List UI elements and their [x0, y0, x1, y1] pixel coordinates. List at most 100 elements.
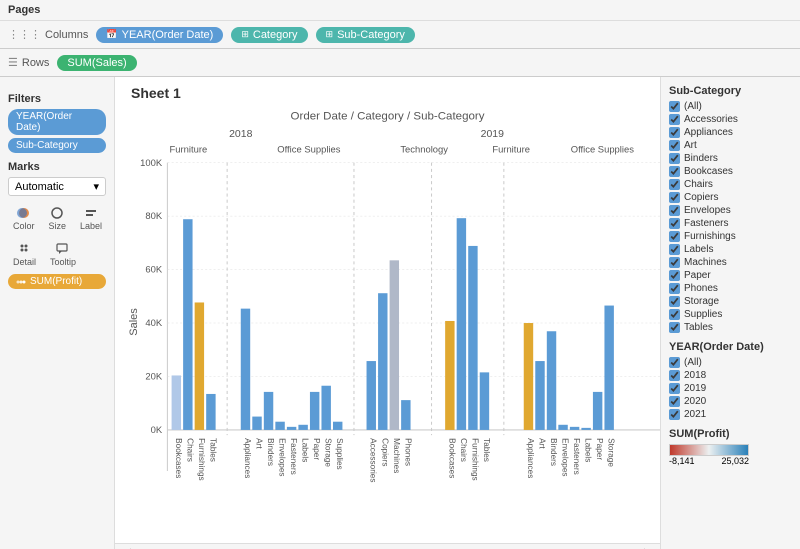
subcat-storage-item[interactable]: Storage: [669, 296, 792, 307]
year-2021-checkbox[interactable]: [669, 409, 680, 420]
bar-2018-machines[interactable]: [390, 260, 399, 430]
year-all-item[interactable]: (All): [669, 357, 792, 368]
subcat-all-checkbox[interactable]: [669, 101, 680, 112]
sum-profit-mark[interactable]: SUM(Profit): [8, 274, 106, 289]
bar-2019-art[interactable]: [535, 361, 544, 430]
svg-text:Furniture: Furniture: [492, 144, 530, 154]
subcat-storage-checkbox[interactable]: [669, 296, 680, 307]
subcat-fasteners-checkbox[interactable]: [669, 218, 680, 229]
bar-2019-bookcases[interactable]: [445, 321, 454, 430]
subcat-art-item[interactable]: Art: [669, 140, 792, 151]
subcat-phones-item[interactable]: Phones: [669, 283, 792, 294]
svg-text:Appliances: Appliances: [526, 438, 536, 478]
bar-2018-supplies[interactable]: [333, 422, 342, 430]
subcat-labels-item[interactable]: Labels: [669, 244, 792, 255]
bar-2019-envelopes[interactable]: [558, 425, 567, 430]
color-icon: [16, 205, 32, 221]
year-order-date-pill[interactable]: 📅 YEAR(Order Date): [96, 27, 223, 43]
bar-2019-tables[interactable]: [480, 372, 489, 430]
bar-2018-envelopes[interactable]: [275, 422, 284, 430]
subcat-machines-checkbox[interactable]: [669, 257, 680, 268]
subcat-labels-checkbox[interactable]: [669, 244, 680, 255]
svg-text:2019: 2019: [481, 129, 505, 140]
tooltip-button[interactable]: Tooltip: [45, 238, 81, 270]
bar-2018-bookcases[interactable]: [172, 375, 181, 429]
filter-subcat[interactable]: Sub-Category: [8, 138, 106, 153]
subcat-binders-item[interactable]: Binders: [669, 153, 792, 164]
chart-title: Sheet 1: [115, 77, 660, 101]
svg-text:20K: 20K: [145, 372, 163, 382]
bar-2019-chairs[interactable]: [457, 218, 466, 430]
subcat-envelopes-checkbox[interactable]: [669, 205, 680, 216]
color-button[interactable]: Color: [8, 202, 40, 234]
bar-2018-paper[interactable]: [310, 392, 319, 430]
bar-2018-appliances[interactable]: [241, 309, 250, 430]
year-2020-item[interactable]: 2020: [669, 396, 792, 407]
filter-year[interactable]: YEAR(Order Date): [8, 109, 106, 135]
subcat-all-item[interactable]: (All): [669, 101, 792, 112]
bar-2018-accessories[interactable]: [367, 361, 376, 430]
bar-2018-storage[interactable]: [321, 386, 330, 430]
bar-2019-storage[interactable]: [604, 306, 613, 430]
year-2020-checkbox[interactable]: [669, 396, 680, 407]
subcat-supplies-item[interactable]: Supplies: [669, 309, 792, 320]
bar-2019-labels[interactable]: [581, 428, 590, 430]
subcat-accessories-checkbox[interactable]: [669, 114, 680, 125]
bar-2019-fasteners[interactable]: [570, 427, 579, 430]
year-2021-item[interactable]: 2021: [669, 409, 792, 420]
year-2018-item[interactable]: 2018: [669, 370, 792, 381]
svg-text:80K: 80K: [145, 211, 163, 221]
bar-2018-tables[interactable]: [206, 394, 215, 430]
bar-2018-fasteners[interactable]: [287, 427, 296, 430]
subcat-appliances-item[interactable]: Appliances: [669, 127, 792, 138]
svg-text:Furnishings: Furnishings: [197, 438, 207, 480]
bar-2019-appliances[interactable]: [524, 323, 533, 430]
svg-text:Tables: Tables: [208, 438, 218, 462]
bar-2018-copiers[interactable]: [378, 293, 387, 430]
subcat-copiers-item[interactable]: Copiers: [669, 192, 792, 203]
bar-2019-binders[interactable]: [547, 331, 556, 430]
bar-2018-art[interactable]: [252, 417, 261, 430]
detail-button[interactable]: Detail: [8, 238, 41, 270]
bar-2019-paper[interactable]: [593, 392, 602, 430]
label-button[interactable]: Label: [75, 202, 107, 234]
subcat-paper-checkbox[interactable]: [669, 270, 680, 281]
svg-text:Supplies: Supplies: [335, 438, 345, 470]
year-2019-checkbox[interactable]: [669, 383, 680, 394]
subcat-furnishings-checkbox[interactable]: [669, 231, 680, 242]
subcat-supplies-checkbox[interactable]: [669, 309, 680, 320]
subcat-binders-checkbox[interactable]: [669, 153, 680, 164]
subcat-accessories-item[interactable]: Accessories: [669, 114, 792, 125]
year-all-checkbox[interactable]: [669, 357, 680, 368]
subcat-bookcases-checkbox[interactable]: [669, 166, 680, 177]
subcat-tables-item[interactable]: Tables: [669, 322, 792, 333]
subcat-chairs-item[interactable]: Chairs: [669, 179, 792, 190]
bar-2018-furnishings[interactable]: [195, 302, 204, 429]
bar-2018-binders[interactable]: [264, 392, 273, 430]
subcat-furnishings-item[interactable]: Furnishings: [669, 231, 792, 242]
subcat-chairs-checkbox[interactable]: [669, 179, 680, 190]
category-pill[interactable]: ⊞ Category: [231, 27, 307, 43]
subcat-paper-item[interactable]: Paper: [669, 270, 792, 281]
year-2019-item[interactable]: 2019: [669, 383, 792, 394]
subcat-fasteners-item[interactable]: Fasteners: [669, 218, 792, 229]
subcat-machines-item[interactable]: Machines: [669, 257, 792, 268]
sum-profit-legend-title: SUM(Profit): [669, 428, 792, 440]
marks-type-dropdown[interactable]: Automatic ▾: [8, 177, 106, 196]
subcat-tables-checkbox[interactable]: [669, 322, 680, 333]
sum-sales-pill[interactable]: SUM(Sales): [57, 55, 136, 71]
sub-category-pill[interactable]: ⊞ Sub-Category: [316, 27, 415, 43]
bar-2018-chairs[interactable]: [183, 219, 192, 430]
size-button[interactable]: Size: [44, 202, 72, 234]
svg-text:Chairs: Chairs: [459, 438, 469, 462]
subcat-bookcases-item[interactable]: Bookcases: [669, 166, 792, 177]
subcat-appliances-checkbox[interactable]: [669, 127, 680, 138]
bar-2018-phones[interactable]: [401, 400, 410, 430]
bar-2018-labels[interactable]: [298, 425, 307, 430]
subcat-copiers-checkbox[interactable]: [669, 192, 680, 203]
subcat-art-checkbox[interactable]: [669, 140, 680, 151]
subcat-envelopes-item[interactable]: Envelopes: [669, 205, 792, 216]
subcat-phones-checkbox[interactable]: [669, 283, 680, 294]
year-2018-checkbox[interactable]: [669, 370, 680, 381]
bar-2019-furnishings[interactable]: [468, 246, 477, 430]
